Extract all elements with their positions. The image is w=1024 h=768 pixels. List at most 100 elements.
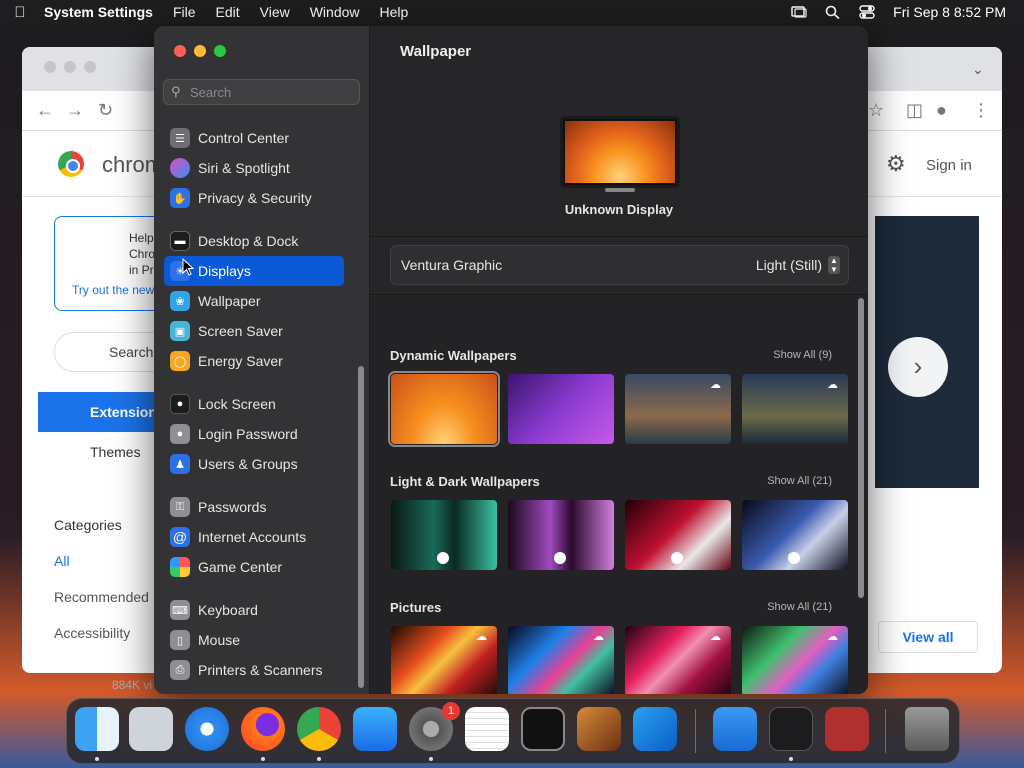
screen-mirroring-icon[interactable]	[791, 5, 807, 19]
control-center-icon[interactable]	[859, 5, 875, 19]
finder-icon[interactable]	[75, 707, 119, 751]
cloud-download-icon[interactable]: ☁	[710, 630, 721, 643]
notification-badge: 1	[442, 702, 460, 720]
chrome-minimize-button[interactable]	[64, 61, 76, 73]
show-all-light-dark-button[interactable]: Show All (21)	[767, 475, 832, 487]
cloud-download-icon[interactable]: ☁	[827, 630, 838, 643]
wallpaper-thumb[interactable]: ☁	[742, 374, 848, 444]
category-recommended[interactable]: Recommended	[54, 589, 149, 605]
sidebar-search-field[interactable]: ⚲	[163, 79, 360, 105]
show-all-dynamic-button[interactable]: Show All (9)	[773, 349, 832, 361]
settings-gear-icon[interactable]: ⚙	[886, 151, 906, 177]
menu-window[interactable]: Window	[300, 4, 370, 20]
sidebar-item-label: Control Center	[198, 130, 290, 146]
sidebar-item-siri-spotlight[interactable]: Siri & Spotlight	[164, 153, 344, 183]
sidebar-item-passwords[interactable]: ⚿ Passwords	[164, 492, 344, 522]
sidebar-item-login-password[interactable]: ● Login Password	[164, 419, 344, 449]
tab-list-chevron-icon[interactable]: ⌄	[972, 61, 984, 78]
wallpaper-thumb[interactable]	[391, 500, 497, 570]
keynote-icon[interactable]	[713, 707, 757, 751]
wallpaper-selector[interactable]: Ventura Graphic Light (Still) ▲ ▼	[390, 245, 849, 285]
zoom-button[interactable]	[214, 45, 226, 57]
bookmark-star-icon[interactable]: ☆	[868, 100, 884, 121]
sidebar-item-label: Printers & Scanners	[198, 662, 323, 678]
chrome-zoom-button[interactable]	[84, 61, 96, 73]
menu-view[interactable]: View	[250, 4, 300, 20]
sidebar-search-input[interactable]	[188, 82, 353, 102]
vscode-icon[interactable]	[633, 707, 677, 751]
sidebar-item-privacy-security[interactable]: ✋ Privacy & Security	[164, 183, 344, 213]
wallpaper-thumb[interactable]	[508, 500, 614, 570]
sidebar-item-printers-scanners[interactable]: ⎙ Printers & Scanners	[164, 655, 344, 685]
menu-app-name[interactable]: System Settings	[40, 4, 163, 20]
wallpaper-gallery: Dynamic Wallpapers Show All (9) ☁ ☁ Ligh…	[370, 296, 868, 694]
safari-icon[interactable]	[185, 707, 229, 751]
gallery-scrollbar[interactable]	[858, 298, 864, 598]
sidebar-item-game-center[interactable]: Game Center	[164, 552, 344, 582]
sidebar-item-energy-saver[interactable]: ◯ Energy Saver	[164, 346, 344, 376]
menu-help[interactable]: Help	[370, 4, 419, 20]
sidebar-item-users-groups[interactable]: ♟ Users & Groups	[164, 449, 344, 479]
back-arrow-icon[interactable]: ←	[36, 100, 54, 121]
sidebar-item-lock-screen[interactable]: ● Lock Screen	[164, 389, 344, 419]
profile-icon[interactable]: ●	[936, 100, 947, 121]
wallpaper-mode[interactable]: Light (Still)	[756, 257, 822, 273]
wallpaper-thumb[interactable]	[388, 371, 500, 447]
app-store-icon[interactable]	[353, 707, 397, 751]
sidebar-item-screen-saver[interactable]: ▣ Screen Saver	[164, 316, 344, 346]
close-button[interactable]	[174, 45, 186, 57]
sidebar-item-desktop-dock[interactable]: ▬ Desktop & Dock	[164, 226, 344, 256]
nav-extensions[interactable]: Extension	[38, 392, 168, 432]
wallpaper-thumb[interactable]: ☁	[508, 626, 614, 694]
launchpad-icon[interactable]	[129, 707, 173, 751]
display-name: Unknown Display	[564, 202, 674, 217]
terminal-icon[interactable]	[521, 707, 565, 751]
wallpaper-thumb[interactable]: ☁	[625, 374, 731, 444]
sidebar-scrollbar[interactable]	[358, 366, 364, 688]
apple-menu-icon[interactable]: 	[0, 4, 40, 21]
category-all[interactable]: All	[54, 553, 70, 569]
sidebar-item-internet-accounts[interactable]: @ Internet Accounts	[164, 522, 344, 552]
nav-themes[interactable]: Themes	[90, 444, 141, 460]
sidebar-item-mouse[interactable]: ▯ Mouse	[164, 625, 344, 655]
forward-arrow-icon[interactable]: →	[66, 100, 84, 121]
wallpaper-thumb[interactable]: ☁	[742, 626, 848, 694]
category-accessibility[interactable]: Accessibility	[54, 625, 130, 641]
menu-file[interactable]: File	[163, 4, 206, 20]
textedit-icon[interactable]	[465, 707, 509, 751]
garageband-icon[interactable]	[577, 707, 621, 751]
wallpaper-thumb[interactable]	[625, 500, 731, 570]
side-panel-icon[interactable]: ◫	[906, 100, 923, 121]
dock-separator	[885, 709, 886, 753]
chrome-close-button[interactable]	[44, 61, 56, 73]
wallpaper-thumb[interactable]	[742, 500, 848, 570]
cloud-download-icon[interactable]: ☁	[710, 378, 721, 391]
dictionary-icon[interactable]	[825, 707, 869, 751]
kebab-menu-icon[interactable]: ⋮	[972, 100, 990, 121]
view-all-button[interactable]: View all	[878, 621, 978, 653]
minimize-button[interactable]	[194, 45, 206, 57]
show-all-pictures-button[interactable]: Show All (21)	[767, 601, 832, 613]
cloud-download-icon[interactable]: ☁	[593, 630, 604, 643]
sidebar-item-control-center[interactable]: ☰ Control Center	[164, 123, 344, 153]
menubar-clock[interactable]: Fri Sep 8 8:52 PM	[893, 4, 1006, 20]
chrome-icon[interactable]	[297, 707, 341, 751]
wallpaper-thumb[interactable]: ☁	[625, 626, 731, 694]
sidebar-item-keyboard[interactable]: ⌨ Keyboard	[164, 595, 344, 625]
promo-link[interactable]: Try out the new	[72, 283, 154, 297]
wallpaper-thumb[interactable]	[508, 374, 614, 444]
wallpaper-thumb[interactable]: ☁	[391, 626, 497, 694]
sign-in-link[interactable]: Sign in	[926, 157, 972, 174]
sidebar-item-label: Displays	[198, 263, 251, 279]
firefox-icon[interactable]	[241, 707, 285, 751]
menu-edit[interactable]: Edit	[206, 4, 250, 20]
cloud-download-icon[interactable]: ☁	[476, 630, 487, 643]
cloud-download-icon[interactable]: ☁	[827, 378, 838, 391]
chevron-up-down-icon[interactable]: ▲ ▼	[828, 256, 840, 274]
trash-icon[interactable]	[905, 707, 949, 751]
reload-icon[interactable]: ↻	[98, 100, 113, 121]
sidebar-item-wallpaper[interactable]: ❀ Wallpaper	[164, 286, 344, 316]
carousel-next-button[interactable]: ›	[888, 337, 948, 397]
activity-monitor-icon[interactable]	[769, 707, 813, 751]
search-icon[interactable]	[825, 5, 841, 19]
